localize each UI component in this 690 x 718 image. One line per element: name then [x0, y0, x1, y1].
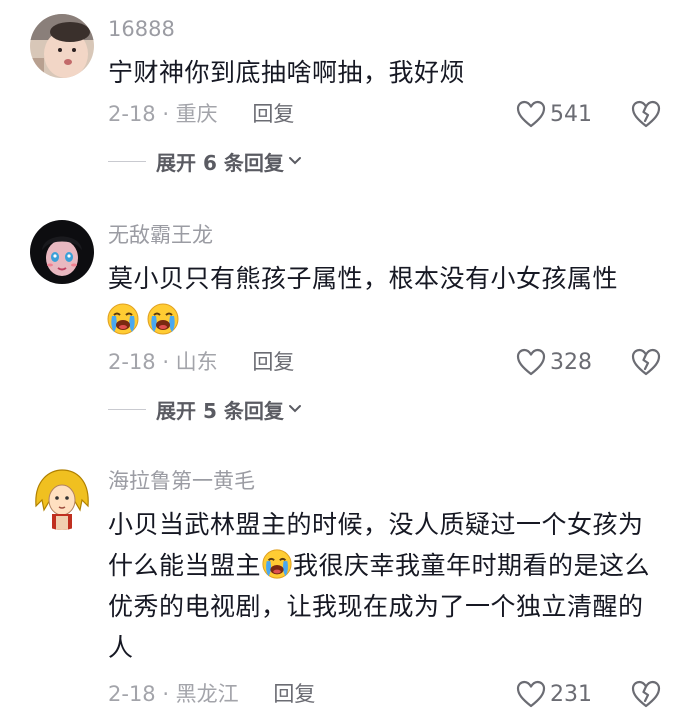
broken-heart-icon [631, 100, 661, 128]
heart-icon [516, 348, 546, 376]
dislike-button[interactable] [630, 346, 662, 378]
expand-label: 展开 6 条回复 [156, 150, 284, 175]
username[interactable]: 海拉鲁第一黄毛 [108, 466, 255, 496]
divider-line [108, 408, 146, 410]
chevron-down-icon [288, 405, 301, 413]
avatar[interactable] [30, 14, 94, 78]
anime-girl-avatar-icon [30, 220, 94, 284]
reply-button[interactable]: 回复 [252, 102, 294, 126]
comment-meta: 2-18 · 重庆 回复 [108, 98, 294, 130]
username[interactable]: 16888 [108, 14, 175, 44]
like-button[interactable]: 328 [516, 346, 592, 378]
comment-meta: 2-18 · 山东 回复 [108, 346, 294, 378]
like-count: 541 [550, 101, 592, 127]
dislike-button[interactable] [630, 98, 662, 130]
broken-heart-icon [631, 680, 661, 708]
heart-icon [516, 680, 546, 708]
dislike-button[interactable] [630, 678, 662, 710]
avatar[interactable] [30, 466, 94, 530]
like-button[interactable]: 541 [516, 98, 592, 130]
crying-emoji-icon [262, 549, 292, 579]
emoji-row [106, 302, 180, 338]
crying-emoji-icon [107, 303, 139, 335]
comment-text: 小贝当武林盟主的时候，没人质疑过一个女孩为什么能当盟主 我很庆幸我童年时期看的是这… [108, 504, 668, 668]
date-location: 2-18 · 重庆 [108, 102, 218, 126]
comment-list: 16888 宁财神你到底抽啥啊抽，我好烦 2-18 · 重庆 回复 541 展开… [0, 0, 690, 718]
comment-text: 莫小贝只有熊孩子属性，根本没有小女孩属性 [108, 264, 619, 293]
expand-replies-button[interactable]: 展开 5 条回复 [108, 394, 302, 424]
crying-emoji-icon [147, 303, 179, 335]
like-button[interactable]: 231 [516, 678, 592, 710]
date-location: 2-18 · 黑龙江 [108, 682, 239, 706]
comment-text: 宁财神你到底抽啥啊抽，我好烦 [108, 58, 466, 87]
avatar[interactable] [30, 220, 94, 284]
heart-icon [516, 100, 546, 128]
child-photo-avatar-icon [30, 14, 94, 78]
reply-button[interactable]: 回复 [252, 350, 294, 374]
broken-heart-icon [631, 348, 661, 376]
reply-button[interactable]: 回复 [273, 682, 315, 706]
expand-label: 展开 5 条回复 [156, 398, 284, 423]
date-location: 2-18 · 山东 [108, 350, 218, 374]
cartoon-blonde-avatar-icon [30, 466, 94, 530]
like-count: 328 [550, 349, 592, 375]
expand-replies-button[interactable]: 展开 6 条回复 [108, 146, 302, 176]
chevron-down-icon [288, 157, 301, 165]
comment-meta: 2-18 · 黑龙江 回复 [108, 678, 315, 710]
username[interactable]: 无敌霸王龙 [108, 220, 213, 250]
divider-line [108, 160, 146, 162]
like-count: 231 [550, 681, 592, 707]
